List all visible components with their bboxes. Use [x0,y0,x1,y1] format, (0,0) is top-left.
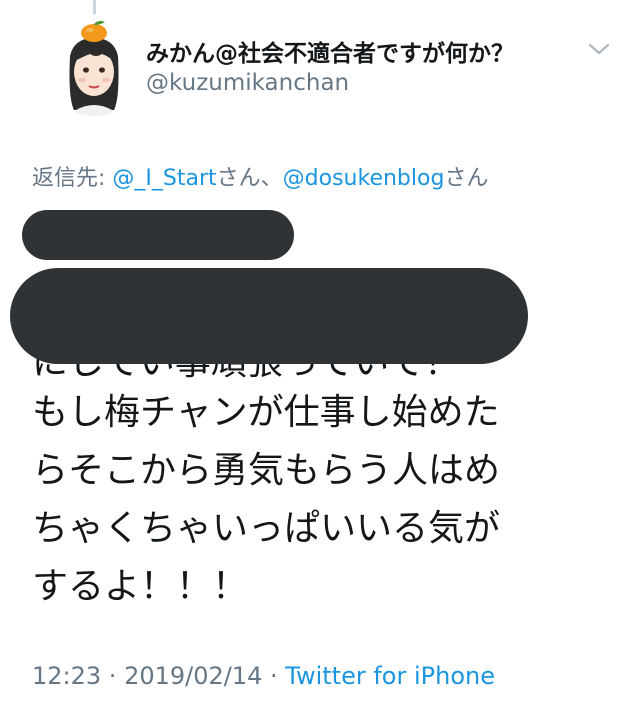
reply-mention-i-start[interactable]: @_I_Start [112,166,216,191]
tweet-text-line: するよ！！！ [32,566,249,607]
reply-suffix-2: さん [444,166,489,191]
tweet-date[interactable]: 2019/02/14 [124,662,262,690]
avatar-illustration [69,20,119,116]
author-display-name[interactable]: みかん@社会不適合者ですが何か？ [146,34,514,68]
tweet-meta: 12:23 · 2019/02/14 · Twitter for iPhone [32,662,495,690]
reply-suffix-1: さん、 [216,166,283,191]
thread-connector-line [93,0,96,14]
meta-separator: · [262,662,286,690]
reply-to-line: 返信先: @_I_Startさん、@dosukenblogさん [32,160,488,192]
meta-separator: · [101,662,125,690]
tweet-text-line: もし梅チャンが仕事し始めた [32,392,500,433]
redaction-block [10,268,528,364]
tweet-time[interactable]: 12:23 [32,662,101,690]
chevron-down-icon[interactable] [586,40,612,58]
reply-mention-dosukenblog[interactable]: @dosukenblog [283,166,445,191]
tweet-text-line: ちゃくちゃいっぱいいる気が [32,508,501,549]
reply-prefix: 返信先: [32,166,113,191]
tweet-text-line: らそこから勇気もらう人はめ [32,450,501,491]
redaction-block [22,210,294,260]
tweet-source-link[interactable]: Twitter for iPhone [285,662,495,690]
author-avatar[interactable] [44,16,144,116]
author-handle[interactable]: @kuzumikanchan [146,70,349,96]
